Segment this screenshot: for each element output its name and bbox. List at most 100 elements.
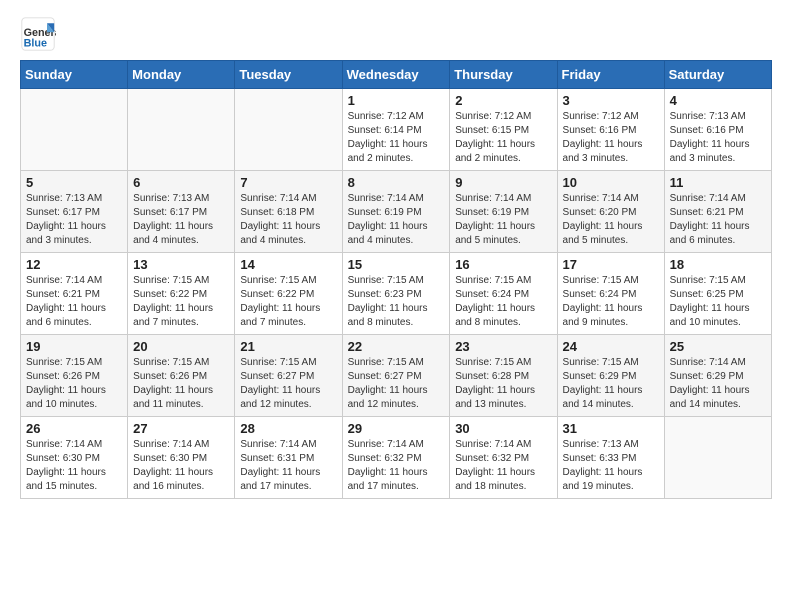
calendar-cell: 23 Sunrise: 7:15 AM Sunset: 6:28 PM Dayli… xyxy=(450,335,557,417)
calendar-cell: 9Sunrise: 7:14 AM Sunset: 6:19 PM Daylig… xyxy=(450,171,557,253)
day-info: Sunrise: 7:15 AM Sunset: 6:28 PM Dayligh… xyxy=(455,356,551,412)
calendar-cell xyxy=(235,89,342,171)
day-info: Sunrise: 7:13 AM Sunset: 6:17 PM Dayligh… xyxy=(133,192,229,248)
day-info: Sunrise: 7:15 AM Sunset: 6:26 PM Dayligh… xyxy=(133,356,229,412)
calendar-header-sunday: Sunday xyxy=(21,61,128,89)
day-number: 18 xyxy=(670,257,766,272)
day-number: 1 xyxy=(348,93,445,108)
day-number: 4 xyxy=(670,93,766,108)
day-number: 30 xyxy=(455,421,551,436)
calendar-table: SundayMondayTuesdayWednesdayThursdayFrid… xyxy=(20,60,772,499)
calendar-header-monday: Monday xyxy=(128,61,235,89)
calendar-cell: 2 Sunrise: 7:12 AM Sunset: 6:15 PM Daylig… xyxy=(450,89,557,171)
day-number: 13 xyxy=(133,257,229,272)
day-info: Sunrise: 7:15 AM Sunset: 6:27 PM Dayligh… xyxy=(348,356,445,412)
day-info: Sunrise: 7:15 AM Sunset: 6:23 PM Dayligh… xyxy=(348,274,445,330)
calendar-cell: 3Sunrise: 7:12 AM Sunset: 6:16 PM Daylig… xyxy=(557,89,664,171)
day-number: 14 xyxy=(240,257,336,272)
calendar-cell xyxy=(128,89,235,171)
calendar-week-2: 5 Sunrise: 7:13 AM Sunset: 6:17 PM Daylig… xyxy=(21,171,772,253)
day-info: Sunrise: 7:15 AM Sunset: 6:27 PM Dayligh… xyxy=(240,356,336,412)
calendar-cell: 4 Sunrise: 7:13 AM Sunset: 6:16 PM Daylig… xyxy=(664,89,771,171)
day-number: 26 xyxy=(26,421,122,436)
day-info: Sunrise: 7:15 AM Sunset: 6:24 PM Dayligh… xyxy=(455,274,551,330)
day-info: Sunrise: 7:14 AM Sunset: 6:30 PM Dayligh… xyxy=(133,438,229,494)
day-info: Sunrise: 7:14 AM Sunset: 6:19 PM Dayligh… xyxy=(455,192,551,248)
day-info: Sunrise: 7:14 AM Sunset: 6:18 PM Dayligh… xyxy=(240,192,336,248)
day-info: Sunrise: 7:15 AM Sunset: 6:25 PM Dayligh… xyxy=(670,274,766,330)
day-info: Sunrise: 7:15 AM Sunset: 6:22 PM Dayligh… xyxy=(240,274,336,330)
day-info: Sunrise: 7:14 AM Sunset: 6:20 PM Dayligh… xyxy=(563,192,659,248)
day-number: 25 xyxy=(670,339,766,354)
day-number: 3 xyxy=(563,93,659,108)
calendar-cell: 13 Sunrise: 7:15 AM Sunset: 6:22 PM Dayli… xyxy=(128,253,235,335)
day-number: 10 xyxy=(563,175,659,190)
calendar-cell: 22 Sunrise: 7:15 AM Sunset: 6:27 PM Dayli… xyxy=(342,335,450,417)
day-info: Sunrise: 7:14 AM Sunset: 6:19 PM Dayligh… xyxy=(348,192,445,248)
calendar-cell: 16 Sunrise: 7:15 AM Sunset: 6:24 PM Dayli… xyxy=(450,253,557,335)
calendar-cell: 21 Sunrise: 7:15 AM Sunset: 6:27 PM Dayli… xyxy=(235,335,342,417)
day-info: Sunrise: 7:12 AM Sunset: 6:14 PM Dayligh… xyxy=(348,110,445,166)
logo: General Blue xyxy=(20,16,56,52)
day-number: 21 xyxy=(240,339,336,354)
day-info: Sunrise: 7:15 AM Sunset: 6:26 PM Dayligh… xyxy=(26,356,122,412)
calendar-week-3: 12 Sunrise: 7:14 AM Sunset: 6:21 PM Dayli… xyxy=(21,253,772,335)
calendar-cell xyxy=(664,417,771,499)
day-number: 8 xyxy=(348,175,445,190)
calendar-cell: 7 Sunrise: 7:14 AM Sunset: 6:18 PM Daylig… xyxy=(235,171,342,253)
day-info: Sunrise: 7:14 AM Sunset: 6:30 PM Dayligh… xyxy=(26,438,122,494)
day-number: 2 xyxy=(455,93,551,108)
day-info: Sunrise: 7:15 AM Sunset: 6:22 PM Dayligh… xyxy=(133,274,229,330)
calendar-cell: 14 Sunrise: 7:15 AM Sunset: 6:22 PM Dayli… xyxy=(235,253,342,335)
day-number: 16 xyxy=(455,257,551,272)
calendar-cell: 26 Sunrise: 7:14 AM Sunset: 6:30 PM Dayli… xyxy=(21,417,128,499)
calendar-cell: 6 Sunrise: 7:13 AM Sunset: 6:17 PM Daylig… xyxy=(128,171,235,253)
calendar-cell: 19Sunrise: 7:15 AM Sunset: 6:26 PM Dayli… xyxy=(21,335,128,417)
day-number: 23 xyxy=(455,339,551,354)
day-info: Sunrise: 7:15 AM Sunset: 6:29 PM Dayligh… xyxy=(563,356,659,412)
day-number: 15 xyxy=(348,257,445,272)
calendar-cell: 15 Sunrise: 7:15 AM Sunset: 6:23 PM Dayli… xyxy=(342,253,450,335)
day-info: Sunrise: 7:14 AM Sunset: 6:21 PM Dayligh… xyxy=(26,274,122,330)
day-number: 22 xyxy=(348,339,445,354)
calendar-cell xyxy=(21,89,128,171)
day-number: 28 xyxy=(240,421,336,436)
calendar-cell: 11 Sunrise: 7:14 AM Sunset: 6:21 PM Dayli… xyxy=(664,171,771,253)
day-info: Sunrise: 7:14 AM Sunset: 6:21 PM Dayligh… xyxy=(670,192,766,248)
calendar-header-thursday: Thursday xyxy=(450,61,557,89)
day-number: 20 xyxy=(133,339,229,354)
calendar-week-4: 19Sunrise: 7:15 AM Sunset: 6:26 PM Dayli… xyxy=(21,335,772,417)
calendar-cell: 5 Sunrise: 7:13 AM Sunset: 6:17 PM Daylig… xyxy=(21,171,128,253)
calendar-cell: 18 Sunrise: 7:15 AM Sunset: 6:25 PM Dayli… xyxy=(664,253,771,335)
logo-icon: General Blue xyxy=(20,16,56,52)
calendar-header-friday: Friday xyxy=(557,61,664,89)
day-info: Sunrise: 7:14 AM Sunset: 6:29 PM Dayligh… xyxy=(670,356,766,412)
day-info: Sunrise: 7:12 AM Sunset: 6:15 PM Dayligh… xyxy=(455,110,551,166)
calendar-cell: 27 Sunrise: 7:14 AM Sunset: 6:30 PM Dayli… xyxy=(128,417,235,499)
calendar-header-wednesday: Wednesday xyxy=(342,61,450,89)
calendar-cell: 29Sunrise: 7:14 AM Sunset: 6:32 PM Dayli… xyxy=(342,417,450,499)
day-info: Sunrise: 7:13 AM Sunset: 6:17 PM Dayligh… xyxy=(26,192,122,248)
day-number: 5 xyxy=(26,175,122,190)
day-info: Sunrise: 7:15 AM Sunset: 6:24 PM Dayligh… xyxy=(563,274,659,330)
calendar-cell: 20 Sunrise: 7:15 AM Sunset: 6:26 PM Dayli… xyxy=(128,335,235,417)
day-number: 17 xyxy=(563,257,659,272)
day-number: 12 xyxy=(26,257,122,272)
day-number: 11 xyxy=(670,175,766,190)
day-number: 7 xyxy=(240,175,336,190)
day-info: Sunrise: 7:14 AM Sunset: 6:32 PM Dayligh… xyxy=(455,438,551,494)
calendar-cell: 12 Sunrise: 7:14 AM Sunset: 6:21 PM Dayli… xyxy=(21,253,128,335)
calendar-cell: 25 Sunrise: 7:14 AM Sunset: 6:29 PM Dayli… xyxy=(664,335,771,417)
calendar-cell: 1 Sunrise: 7:12 AM Sunset: 6:14 PM Daylig… xyxy=(342,89,450,171)
day-number: 6 xyxy=(133,175,229,190)
day-number: 27 xyxy=(133,421,229,436)
day-number: 24 xyxy=(563,339,659,354)
calendar-cell: 24 Sunrise: 7:15 AM Sunset: 6:29 PM Dayli… xyxy=(557,335,664,417)
day-info: Sunrise: 7:13 AM Sunset: 6:16 PM Dayligh… xyxy=(670,110,766,166)
calendar-week-5: 26 Sunrise: 7:14 AM Sunset: 6:30 PM Dayli… xyxy=(21,417,772,499)
day-number: 31 xyxy=(563,421,659,436)
calendar-week-1: 1 Sunrise: 7:12 AM Sunset: 6:14 PM Daylig… xyxy=(21,89,772,171)
page-header: General Blue xyxy=(20,16,772,52)
calendar-header-tuesday: Tuesday xyxy=(235,61,342,89)
day-info: Sunrise: 7:14 AM Sunset: 6:31 PM Dayligh… xyxy=(240,438,336,494)
